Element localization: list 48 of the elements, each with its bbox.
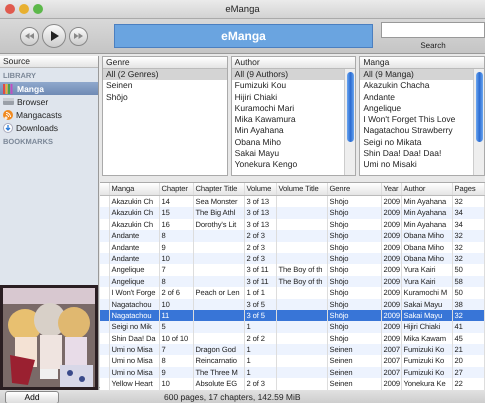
list-item[interactable]: Angelique bbox=[360, 102, 474, 114]
rewind-button[interactable] bbox=[20, 26, 39, 46]
list-item[interactable]: Nagatachou Strawberry bbox=[360, 125, 474, 137]
fast-forward-button[interactable] bbox=[69, 26, 88, 46]
list-item[interactable]: Kuramochi Mari bbox=[232, 102, 344, 114]
list-item[interactable]: All (2 Genres) bbox=[103, 69, 227, 80]
list-item[interactable]: Obana Miho bbox=[232, 136, 344, 148]
sidebar-item[interactable]: Mangacasts bbox=[0, 108, 98, 121]
list-item[interactable]: Andante bbox=[360, 92, 474, 103]
column-header[interactable]: Manga bbox=[360, 57, 484, 69]
list-item[interactable]: Umi no Misaki bbox=[360, 159, 474, 171]
search-field[interactable] bbox=[381, 22, 485, 38]
list-item[interactable]: Akazukin Chacha bbox=[360, 80, 474, 92]
list-item[interactable]: Sakai Mayu bbox=[232, 148, 344, 160]
list-item[interactable]: Shōjo bbox=[103, 92, 227, 103]
list-item[interactable]: Fumizuki Kou bbox=[232, 80, 344, 92]
list-item[interactable]: Seigi no Mikata bbox=[360, 136, 474, 148]
status-display: eManga bbox=[114, 24, 373, 48]
list-item[interactable]: All (9 Authors) bbox=[232, 69, 344, 80]
list-item[interactable]: Shin Daa! Daa! Daa! bbox=[360, 148, 474, 160]
list-item[interactable]: Seinen bbox=[103, 80, 227, 92]
list-item[interactable]: Min Ayahana bbox=[232, 125, 344, 137]
books-icon bbox=[3, 84, 14, 94]
list-item[interactable]: Mika Kawamura bbox=[232, 114, 344, 126]
search-label: Search bbox=[420, 41, 446, 50]
sidebar-item[interactable]: Downloads bbox=[0, 121, 98, 134]
download-icon bbox=[3, 122, 13, 132]
list-item[interactable]: Yonekura Kengo bbox=[232, 159, 344, 171]
rewind-icon bbox=[25, 33, 34, 39]
add-button[interactable]: Add bbox=[5, 390, 59, 403]
play-icon bbox=[50, 31, 58, 41]
zoom-button[interactable] bbox=[33, 4, 43, 14]
broadcast-icon bbox=[3, 110, 13, 120]
column-header[interactable]: Genre bbox=[103, 57, 227, 69]
fast-forward-icon bbox=[74, 33, 83, 39]
scrollbar[interactable] bbox=[473, 69, 484, 175]
drive-icon bbox=[3, 97, 14, 106]
list-item[interactable]: Hijiri Chiaki bbox=[232, 92, 344, 103]
column-header[interactable]: Author bbox=[232, 57, 356, 69]
window-title: eManga bbox=[225, 4, 260, 14]
scrollbar[interactable] bbox=[344, 69, 356, 175]
close-button[interactable] bbox=[5, 4, 15, 14]
list-item[interactable]: All (9 Manga) bbox=[360, 69, 474, 80]
sidebar-item[interactable]: Browser bbox=[0, 95, 98, 108]
status-text: 600 pages, 17 chapters, 142.59 MiB bbox=[164, 392, 301, 402]
column-header: Source bbox=[0, 56, 98, 68]
list-item[interactable]: I Won't Forget This Love bbox=[360, 114, 474, 126]
play-button[interactable] bbox=[42, 24, 66, 48]
